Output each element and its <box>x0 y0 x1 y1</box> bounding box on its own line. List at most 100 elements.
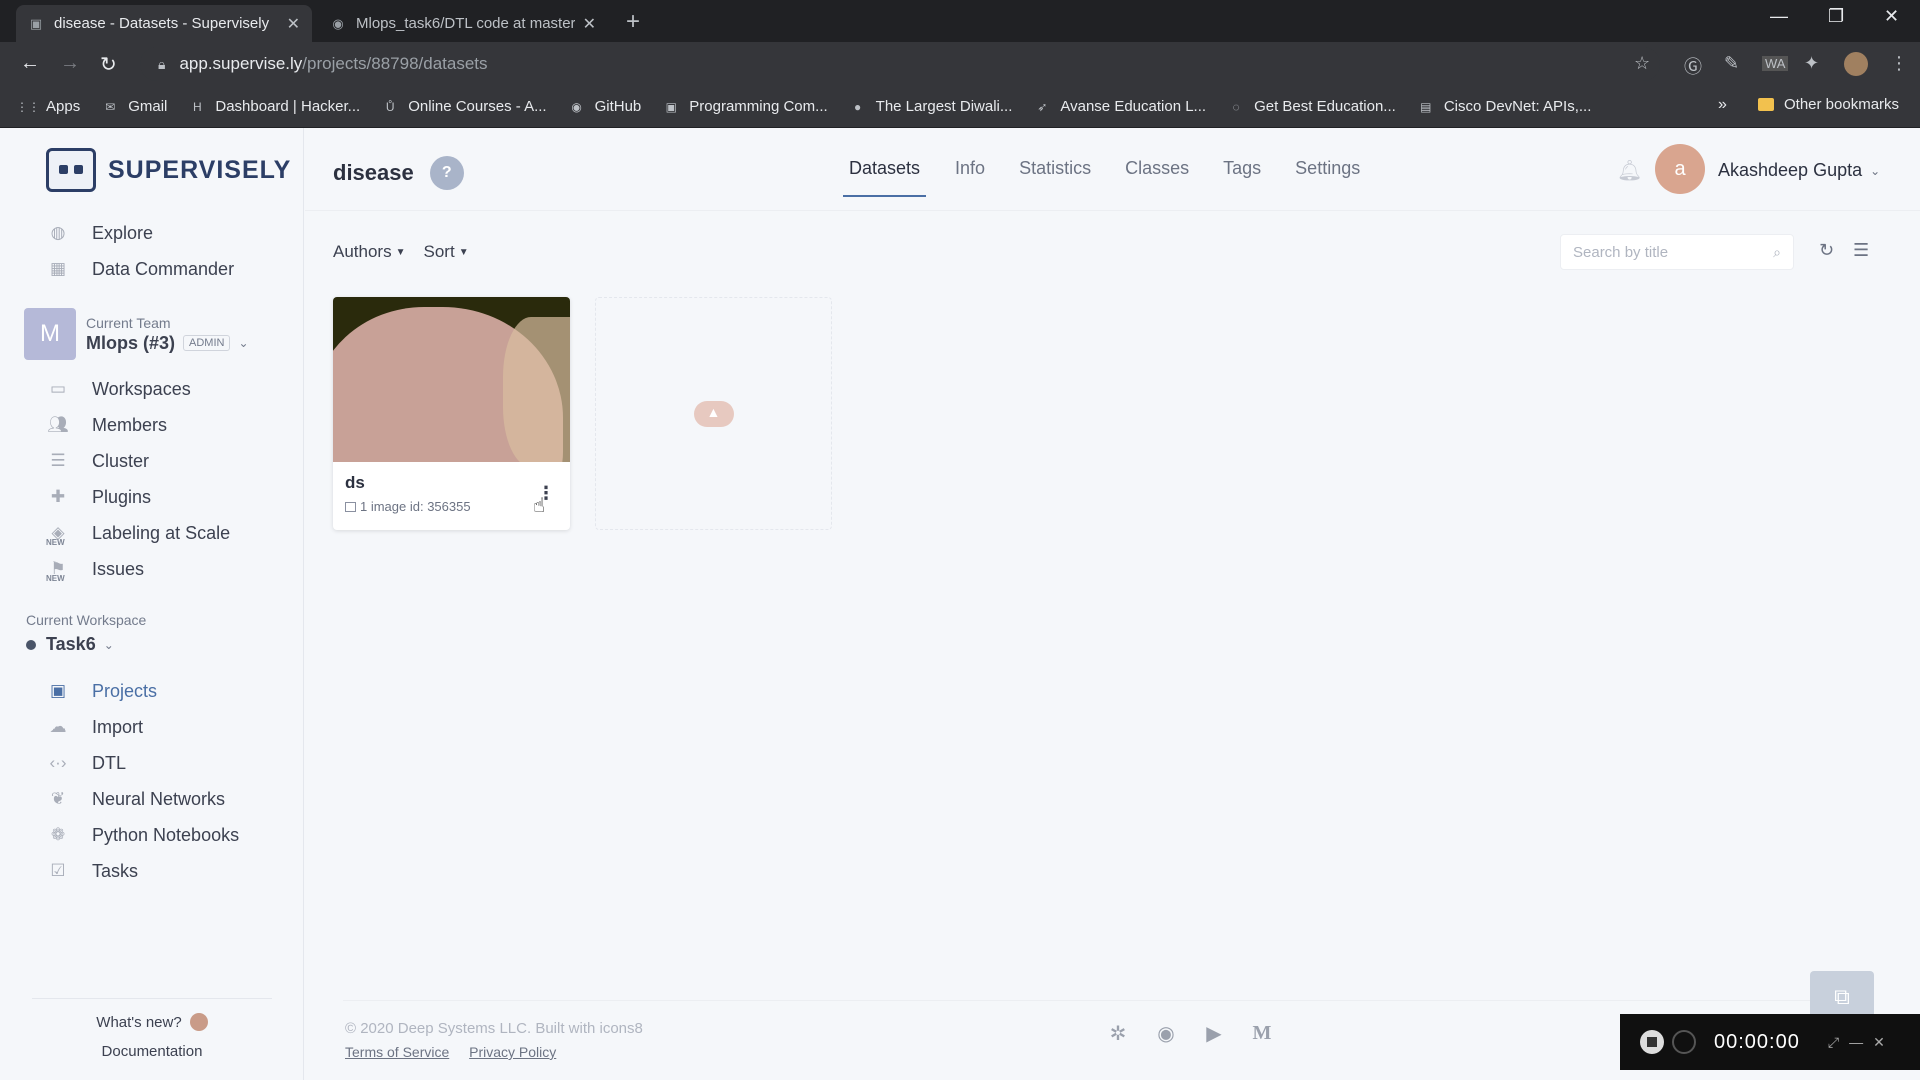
expand-icon[interactable]: ⤢ <box>1828 1034 1839 1051</box>
terms-link[interactable]: Terms of Service <box>345 1044 449 1060</box>
sidebar-item-plugins[interactable]: ✚ Plugins <box>46 486 151 508</box>
sidebar-item-tasks[interactable]: ☑ Tasks <box>46 860 138 882</box>
stop-record-icon[interactable] <box>1640 1030 1664 1054</box>
codechef-icon: ▣ <box>665 99 677 114</box>
reload-icon[interactable]: ↻ <box>100 52 117 77</box>
bookmark-hackerrank[interactable]: H Dashboard | Hacker... <box>189 98 360 115</box>
privacy-link[interactable]: Privacy Policy <box>469 1044 556 1060</box>
bookmark-gmail[interactable]: ✉ Gmail <box>102 98 167 115</box>
slack-icon[interactable]: ✲ <box>1105 1020 1131 1046</box>
bookmark-avanse[interactable]: ➶ Avanse Education L... <box>1034 98 1206 115</box>
github-icon[interactable]: ◉ <box>1153 1020 1179 1046</box>
sidebar-item-projects[interactable]: ▣ Projects <box>46 680 157 702</box>
tasks-icon: ☑ <box>50 861 66 880</box>
help-icon[interactable]: ? <box>429 156 464 190</box>
sidebar-item-import[interactable]: ☁ Import <box>46 716 144 738</box>
browser-tab-github[interactable]: ◉ Mlops_task6/DTL code at master ✕ <box>318 5 608 42</box>
sidebar-item-explore[interactable]: ◍ Explore <box>46 222 153 244</box>
browser-tab-active[interactable]: ▣ disease - Datasets - Supervisely ✕ <box>16 5 312 42</box>
whats-new-link[interactable]: What's new? <box>0 1013 304 1031</box>
extensions-puzzle-icon[interactable]: ✦ <box>1804 53 1819 74</box>
bookmark-github[interactable]: ◉ GitHub <box>569 98 642 115</box>
search-input[interactable] <box>1573 243 1774 261</box>
address-bar[interactable]: 🔒︎ app.supervise.ly/projects/88798/datas… <box>140 47 1660 81</box>
wa-extension-icon[interactable]: WA <box>1762 56 1789 71</box>
user-avatar[interactable]: a <box>1655 144 1705 194</box>
leaf-edge-region <box>503 317 570 462</box>
dataset-card[interactable]: ds 1 image id: 356355 ⋮ ☝ <box>333 297 570 530</box>
restore-icon[interactable]: ❐ <box>1828 6 1844 27</box>
sidebar-item-cluster[interactable]: ☰ Cluster <box>46 450 149 472</box>
close-tab-icon[interactable]: ✕ <box>583 14 596 34</box>
sidebar-item-label: DTL <box>92 752 127 773</box>
recording-timer: 00:00:00 <box>1714 1030 1800 1053</box>
sidebar-item-label: Plugins <box>92 486 152 507</box>
bookmark-cisco[interactable]: ▤ Cisco DevNet: APIs,... <box>1418 98 1591 115</box>
close-tab-icon[interactable]: ✕ <box>287 14 300 34</box>
puzzle-icon: ✚ <box>50 487 66 506</box>
tab-info[interactable]: Info <box>955 158 985 197</box>
list-view-icon[interactable]: ☰ <box>1853 240 1869 261</box>
sidebar-item-labeling-at-scale[interactable]: ◈ NEW Labeling at Scale <box>46 522 230 548</box>
profile-avatar[interactable] <box>1844 52 1868 76</box>
sidebar-item-workspaces[interactable]: ▭ Workspaces <box>46 378 191 400</box>
bookmark-star-icon[interactable]: ☆ <box>1634 53 1650 74</box>
team-switcher[interactable]: M Current Team Mlops (#3) ADMIN ⌄ <box>24 308 249 360</box>
tab-title: disease - Datasets - Supervisely <box>54 15 270 32</box>
tab-classes[interactable]: Classes <box>1125 158 1189 197</box>
bookmark-codechef[interactable]: ▣ Programming Com... <box>663 98 828 115</box>
cloud-upload-icon: ☁ <box>49 717 67 736</box>
bookmark-apps[interactable]: ⋮⋮ Apps <box>16 98 80 115</box>
bookmark-udemy[interactable]: Ů Online Courses - A... <box>382 98 547 115</box>
bookmark-education[interactable]: ◌ Get Best Education... <box>1228 98 1395 115</box>
other-bookmarks[interactable]: Other bookmarks <box>1758 96 1899 113</box>
folder-icon: ▦ <box>49 259 67 278</box>
main-content: disease ? Datasets Info Statistics Class… <box>305 128 1920 1080</box>
documentation-link[interactable]: Documentation <box>0 1043 304 1060</box>
sidebar-item-data-commander[interactable]: ▦ Data Commander <box>46 258 234 280</box>
browser-menu-icon[interactable]: ⋮ <box>1890 53 1908 74</box>
tab-datasets[interactable]: Datasets <box>843 158 927 197</box>
grammarly-extension-icon[interactable]: Ⓖ <box>1684 53 1702 79</box>
dataset-name[interactable]: ds <box>345 473 365 493</box>
upload-dataset-card[interactable] <box>595 297 832 530</box>
folder-icon <box>1758 98 1774 111</box>
bookmark-diwali[interactable]: ● The Largest Diwali... <box>850 98 1012 115</box>
sort-dropdown[interactable]: Sort ▼ <box>424 242 469 262</box>
workspace-switcher[interactable]: Task6 ⌄ <box>26 634 114 655</box>
bookmark-label: GitHub <box>594 98 642 115</box>
youtube-icon[interactable]: ▶ <box>1201 1020 1227 1046</box>
sidebar-item-issues[interactable]: ⚑ NEW Issues <box>46 558 144 584</box>
pause-record-icon[interactable] <box>1672 1030 1696 1054</box>
sidebar-item-neural-networks[interactable]: ❦ Neural Networks <box>46 788 225 810</box>
python-icon: ❁ <box>50 825 66 844</box>
new-tab-icon[interactable]: + <box>626 8 640 36</box>
url-host: app.supervise.ly <box>179 54 303 73</box>
notifications-bell-icon[interactable]: 🔔︎ <box>1617 158 1642 183</box>
minimize-icon[interactable]: — <box>1770 6 1788 27</box>
more-bookmarks-icon[interactable]: » <box>1718 96 1727 114</box>
sidebar-item-label: Tasks <box>92 860 139 881</box>
user-menu[interactable]: Akashdeep Gupta ⌄ <box>1718 160 1880 181</box>
dataset-meta: 1 image id: 356355 <box>345 499 471 514</box>
forward-icon[interactable]: → <box>60 52 80 75</box>
tab-settings[interactable]: Settings <box>1295 158 1360 197</box>
chevron-down-icon[interactable]: ⌄ <box>238 336 248 350</box>
tab-statistics[interactable]: Statistics <box>1019 158 1091 197</box>
sidebar-item-dtl[interactable]: ‹·› DTL <box>46 752 127 774</box>
medium-icon[interactable]: M <box>1249 1020 1275 1046</box>
close-window-icon[interactable]: ✕ <box>1884 6 1899 27</box>
whats-new-label: What's new? <box>96 1013 182 1031</box>
tab-tags[interactable]: Tags <box>1223 158 1261 197</box>
minimize-recorder-icon[interactable]: — <box>1849 1034 1863 1050</box>
close-recorder-icon[interactable]: ✕ <box>1873 1034 1885 1051</box>
dataset-meta-text: 1 image id: 356355 <box>360 499 471 514</box>
sidebar-item-python-notebooks[interactable]: ❁ Python Notebooks <box>46 824 239 846</box>
search-icon[interactable]: ⌕ <box>1773 244 1781 261</box>
sidebar-item-members[interactable]: 👥︎ Members <box>46 414 167 436</box>
back-icon[interactable]: ← <box>20 52 40 75</box>
authors-dropdown[interactable]: Authors ▼ <box>333 242 406 262</box>
supervisely-logo[interactable]: SUPERVISELY <box>46 148 291 192</box>
refresh-icon[interactable]: ↻ <box>1819 240 1834 261</box>
pin-extension-icon[interactable]: ✎ <box>1724 53 1739 74</box>
